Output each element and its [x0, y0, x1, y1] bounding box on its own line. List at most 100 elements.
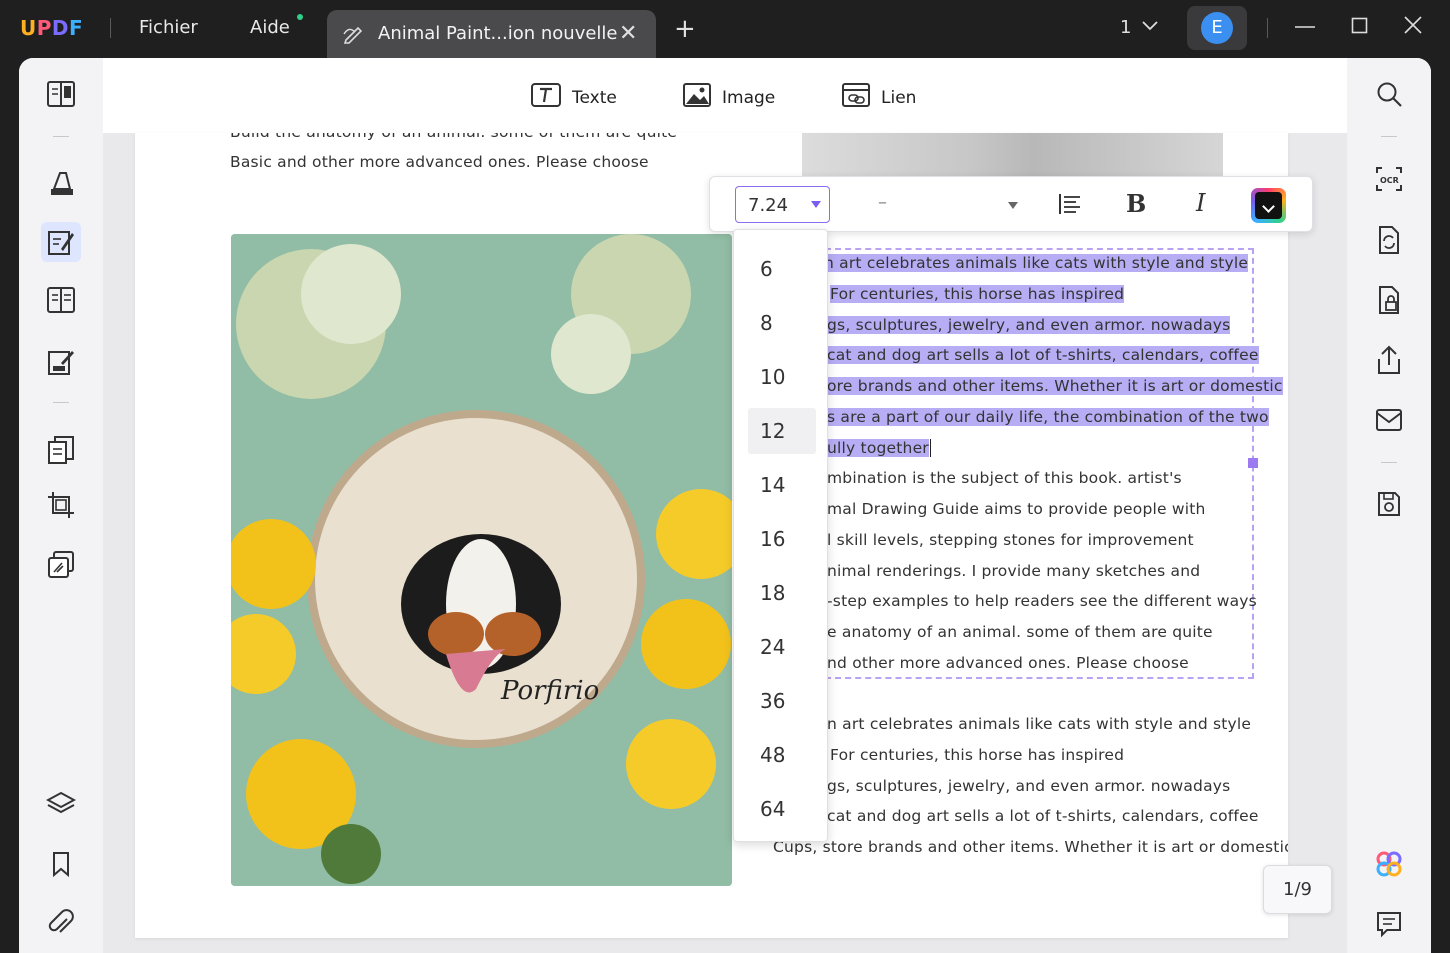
page-text-line[interactable]: mbination is the subject of this book. a… — [827, 469, 1182, 487]
page-text-line[interactable]: Basic and other more advanced ones. Plea… — [230, 153, 649, 171]
menu-fichier[interactable]: Fichier — [139, 17, 198, 38]
text-edit-box[interactable] — [825, 248, 1254, 679]
page-text-line[interactable]: -step examples to help readers see the d… — [827, 592, 1257, 610]
font-size-option[interactable]: 48 — [748, 732, 816, 778]
chevron-down-icon — [1255, 192, 1282, 219]
convert-pages-icon[interactable] — [41, 430, 81, 470]
page-text-line[interactable]: n art celebrates animals like cats with … — [827, 715, 1251, 733]
close-tab-icon[interactable]: ✕ — [619, 21, 637, 46]
caret-down-icon[interactable] — [1008, 202, 1018, 209]
page-text-line[interactable]: For centuries, this horse has inspired — [830, 746, 1124, 764]
close-window-icon[interactable] — [1404, 16, 1422, 38]
search-icon[interactable] — [1369, 74, 1409, 114]
link-icon — [841, 82, 871, 113]
embroidered-dog-photo[interactable]: Porfirio — [231, 234, 732, 886]
crop-icon[interactable] — [41, 485, 81, 525]
page-text-line[interactable]: nimal renderings. I provide many sketche… — [827, 562, 1200, 580]
rail-separator — [1381, 136, 1397, 137]
save-icon[interactable] — [1369, 484, 1409, 524]
page-text-line[interactable]: mal Drawing Guide aims to provide people… — [827, 500, 1206, 518]
organize-pages-icon[interactable] — [41, 280, 81, 320]
page-text-line[interactable]: l skill levels, stepping stones for impr… — [827, 531, 1194, 549]
page-text-line[interactable]: Build the anatomy of an animal. some of … — [230, 133, 677, 141]
share-icon[interactable] — [1369, 340, 1409, 380]
title-bar: UPDF Fichier Aide Animal Paint...ion nou… — [0, 0, 1450, 58]
align-left-icon[interactable] — [1058, 192, 1082, 222]
add-link-button[interactable]: Lien — [841, 82, 916, 113]
text-cursor — [929, 439, 931, 457]
italic-icon[interactable]: I — [1196, 189, 1205, 217]
selected-text-line[interactable]: n art celebrates animals like cats with … — [824, 254, 1249, 272]
bold-icon[interactable]: B — [1126, 189, 1146, 218]
convert-icon[interactable] — [1369, 220, 1409, 260]
font-size-option[interactable]: 16 — [748, 516, 816, 562]
font-size-option[interactable]: 8 — [748, 300, 816, 346]
pdf-page[interactable]: Build the anatomy of an animal. some of … — [135, 133, 1288, 938]
selected-text-line[interactable]: gs, sculptures, jewelry, and even armor.… — [827, 316, 1231, 334]
reader-mode-icon[interactable] — [41, 74, 81, 114]
rail-separator — [53, 402, 69, 403]
account-button[interactable]: E — [1187, 6, 1247, 50]
email-icon[interactable] — [1369, 400, 1409, 440]
text-color-button[interactable] — [1251, 188, 1286, 223]
new-tab-icon[interactable]: + — [674, 16, 696, 42]
font-size-option[interactable]: 18 — [748, 570, 816, 616]
layers-icon[interactable] — [41, 784, 81, 824]
text-icon — [530, 82, 562, 113]
font-size-select[interactable]: 7.24 — [735, 186, 830, 223]
protect-icon[interactable] — [1369, 280, 1409, 320]
font-size-option[interactable]: 24 — [748, 624, 816, 670]
ai-assistant-icon[interactable] — [1369, 844, 1409, 884]
minimize-icon[interactable] — [1295, 16, 1315, 40]
chevron-down-icon[interactable] — [1141, 16, 1159, 38]
add-image-button[interactable]: Image — [682, 82, 775, 113]
bookmark-icon[interactable] — [41, 844, 81, 884]
font-size-value: 7.24 — [748, 195, 789, 216]
page-text-line[interactable]: Cups, store brands and other items. Whet… — [773, 838, 1288, 856]
rail-separator — [53, 136, 69, 137]
title-separator — [1267, 18, 1268, 38]
add-text-button[interactable]: Texte — [530, 82, 617, 113]
page-text-line[interactable]: e anatomy of an animal. some of them are… — [827, 623, 1213, 641]
page-text-line[interactable]: nd other more advanced ones. Please choo… — [827, 654, 1189, 672]
font-size-option[interactable]: 14 — [748, 462, 816, 508]
selected-text-line[interactable]: ore brands and other items. Whether it i… — [827, 377, 1283, 395]
rail-separator — [1381, 462, 1397, 463]
edit-toolbar: Texte Image Lien — [103, 58, 1347, 133]
selected-text-line[interactable]: For centuries, this horse has inspired — [830, 285, 1125, 303]
svg-text:OCR: OCR — [1380, 176, 1399, 185]
selected-text-line[interactable]: cat and dog art sells a lot of t-shirts,… — [827, 346, 1259, 364]
font-size-option[interactable]: 6 — [748, 246, 816, 292]
edit-pdf-icon[interactable] — [41, 222, 81, 262]
sketch-illustration — [802, 133, 1223, 178]
right-sidebar: OCR — [1347, 58, 1431, 953]
image-icon — [682, 82, 712, 113]
avatar: E — [1201, 12, 1233, 44]
left-sidebar — [19, 58, 103, 953]
font-size-option[interactable]: 12 — [748, 408, 816, 454]
watermark-icon[interactable] — [41, 545, 81, 585]
fill-sign-icon[interactable] — [41, 342, 81, 382]
comment-highlight-icon[interactable] — [41, 162, 81, 202]
edit-mode-icon — [343, 24, 365, 48]
attachment-icon[interactable] — [41, 904, 81, 944]
font-family-select[interactable]: – — [878, 192, 887, 213]
font-size-option[interactable]: 10 — [748, 354, 816, 400]
font-size-option[interactable]: 36 — [748, 678, 816, 724]
selected-text-line[interactable]: ully together — [827, 439, 929, 457]
font-size-option[interactable]: 64 — [748, 786, 816, 832]
title-separator — [110, 18, 111, 38]
resize-handle[interactable] — [1248, 458, 1258, 468]
selected-text-line[interactable]: s are a part of our daily life, the comb… — [827, 408, 1269, 426]
page-indicator[interactable]: 1/9 — [1263, 865, 1332, 914]
document-tab[interactable]: Animal Paint...ion nouvelle ✕ — [327, 10, 656, 58]
page-text-line[interactable]: cat and dog art sells a lot of t-shirts,… — [827, 807, 1259, 825]
window-count[interactable]: 1 — [1120, 17, 1131, 38]
text-format-bar: 7.24 – B I — [709, 176, 1313, 232]
caret-down-icon — [811, 201, 821, 208]
ocr-icon[interactable]: OCR — [1369, 159, 1409, 199]
page-text-line[interactable]: gs, sculptures, jewelry, and even armor.… — [827, 777, 1230, 795]
menu-aide[interactable]: Aide — [250, 17, 290, 38]
comment-icon[interactable] — [1369, 904, 1409, 944]
maximize-icon[interactable] — [1351, 16, 1369, 38]
